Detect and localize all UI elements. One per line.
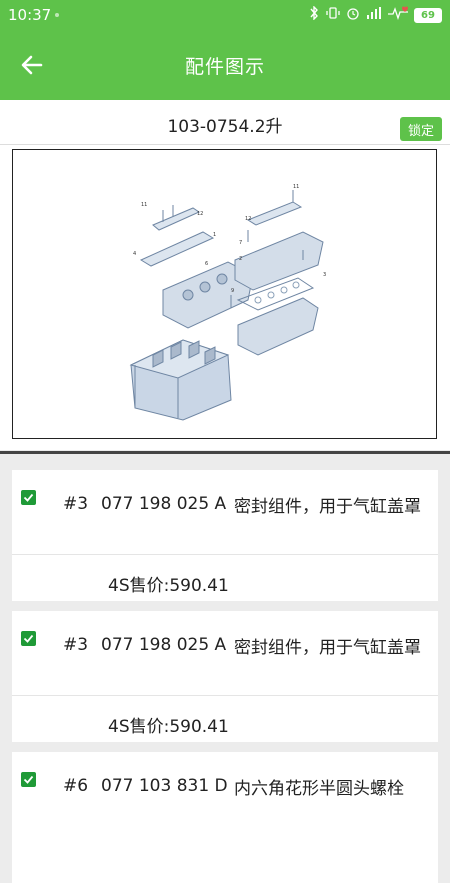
status-time: 10:37 (8, 6, 52, 24)
model-label: 103-0754.2升 (167, 117, 283, 137)
part-card[interactable]: #3 077 198 025 A 密封组件，用于气缸盖罩 4S售价:590.41 (12, 611, 438, 742)
part-number: 077 198 025 A (101, 494, 227, 514)
battery-indicator: 69 (414, 7, 442, 23)
part-card[interactable]: #6 077 103 831 D 内六角花形半圆头螺栓 (12, 752, 438, 883)
signal-icon (366, 7, 382, 23)
part-description: 内六角花形半圆头螺栓 (234, 779, 404, 799)
part-description: 密封组件，用于气缸盖罩 (234, 638, 421, 658)
lock-button[interactable]: 锁定 (400, 117, 442, 141)
svg-text:11: 11 (293, 184, 299, 190)
section-divider (0, 451, 450, 454)
checkmark-icon (23, 634, 34, 643)
svg-text:7: 7 (239, 240, 242, 246)
checkmark-icon (23, 775, 34, 784)
svg-text:12: 12 (197, 211, 203, 217)
model-header: 103-0754.2升 锁定 (0, 100, 450, 145)
heart-rate-icon (388, 6, 408, 24)
engine-exploded-diagram: 11 12 1 4 6 12 11 7 2 3 9 (129, 184, 326, 421)
bluetooth-icon (308, 5, 320, 24)
part-price: 4S售价:590.41 (108, 717, 229, 737)
part-position: #3 (63, 494, 89, 514)
parts-diagram-area: 11 12 1 4 6 12 11 7 2 3 9 (0, 145, 450, 450)
part-description: 密封组件，用于气缸盖罩 (234, 497, 421, 517)
svg-text:1: 1 (213, 232, 216, 238)
checkmark-icon (23, 493, 34, 502)
svg-text:2: 2 (239, 256, 242, 262)
svg-text:6: 6 (205, 261, 208, 267)
svg-text:12: 12 (245, 216, 251, 222)
vibrate-icon (326, 6, 340, 24)
page-title: 配件图示 (184, 56, 265, 78)
notification-dot-icon (55, 13, 59, 17)
status-icons: 69 (308, 5, 442, 24)
svg-text:3: 3 (323, 272, 326, 278)
app-bar: 配件图示 (0, 30, 450, 100)
part-card[interactable]: #3 077 198 025 A 密封组件，用于气缸盖罩 4S售价:590.41 (12, 470, 438, 601)
alarm-icon (346, 6, 360, 24)
part-checkbox[interactable] (21, 631, 36, 646)
parts-diagram[interactable]: 11 12 1 4 6 12 11 7 2 3 9 (12, 149, 437, 439)
part-checkbox[interactable] (21, 772, 36, 787)
svg-text:11: 11 (141, 202, 147, 208)
part-checkbox[interactable] (21, 490, 36, 505)
card-divider (12, 695, 438, 696)
svg-text:9: 9 (231, 288, 234, 294)
part-number: 077 198 025 A (101, 635, 227, 655)
part-position: #6 (63, 776, 89, 796)
card-divider (12, 554, 438, 555)
part-price: 4S售价:590.41 (108, 576, 229, 596)
part-position: #3 (63, 635, 89, 655)
status-bar: 10:37 69 (0, 0, 450, 30)
svg-text:4: 4 (133, 251, 136, 257)
part-number: 077 103 831 D (101, 776, 228, 796)
